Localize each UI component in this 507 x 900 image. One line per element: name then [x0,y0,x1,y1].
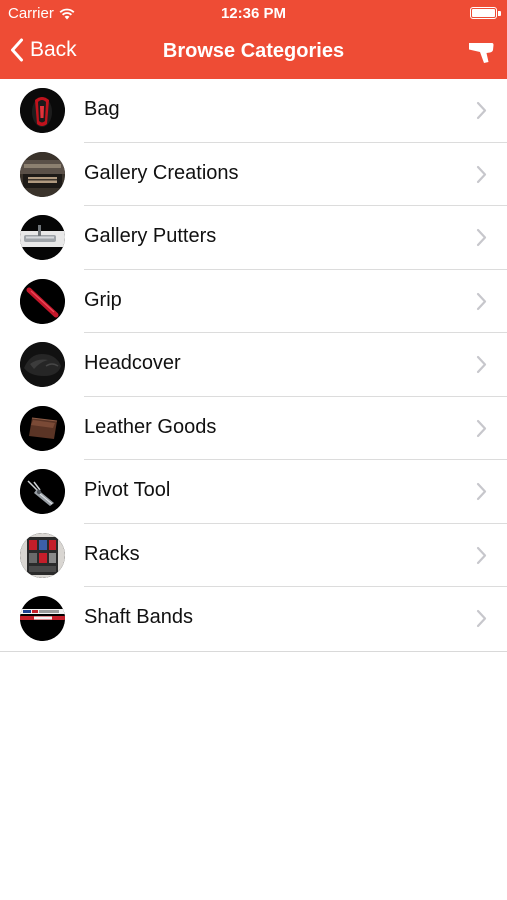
leather-goods-thumbnail [20,405,65,451]
navigation-bar: Back Browse Categories [0,28,507,79]
category-label: Leather Goods [84,415,217,438]
category-row-grip[interactable]: Grip [0,270,507,334]
grip-thumbnail [20,278,65,324]
chevron-right-icon [476,101,487,120]
category-label: Pivot Tool [84,479,171,501]
category-row-racks[interactable]: Racks [0,524,507,588]
chevron-right-icon [476,228,487,247]
status-time: 12:36 PM [220,5,287,22]
category-label: Bag [84,98,120,120]
category-row-shaft-bands[interactable]: Shaft Bands [0,587,507,651]
category-row-leather-goods[interactable]: Leather Goods [0,397,507,461]
category-row-bag[interactable]: Bag [0,79,507,143]
battery-tip [498,11,501,16]
category-label: Gallery Creations [84,161,239,184]
chevron-right-icon [476,546,487,564]
category-list: Bag Gallery Creations Gallery Putters Gr… [0,79,507,652]
putter-icon[interactable] [467,38,495,66]
category-label: Grip [84,288,122,311]
category-row-gallery-creations[interactable]: Gallery Creations [0,143,507,207]
bag-thumbnail [20,88,65,133]
battery-icon [470,7,497,19]
category-label: Shaft Bands [84,606,193,628]
category-row-gallery-putters[interactable]: Gallery Putters [0,206,507,270]
gallery-creations-thumbnail [20,151,65,197]
header: Carrier 12:36 PM Back Browse Categories [0,0,507,79]
chevron-right-icon [476,609,487,628]
gallery-putters-thumbnail [20,215,65,260]
category-row-headcover[interactable]: Headcover [0,333,507,397]
category-label: Gallery Putters [84,225,217,247]
pivot-tool-thumbnail [20,469,65,514]
category-label: Racks [84,542,140,565]
status-bar: Carrier 12:36 PM [0,0,507,28]
shaft-bands-thumbnail [20,596,65,641]
category-label: Headcover [84,352,181,374]
chevron-right-icon [476,419,487,437]
racks-thumbnail [20,532,65,578]
page-title: Browse Categories [162,40,345,62]
headcover-thumbnail [20,342,65,387]
category-row-pivot-tool[interactable]: Pivot Tool [0,460,507,524]
chevron-right-icon [476,165,487,183]
chevron-right-icon [476,355,487,374]
chevron-right-icon [476,482,487,501]
chevron-right-icon [476,292,487,310]
